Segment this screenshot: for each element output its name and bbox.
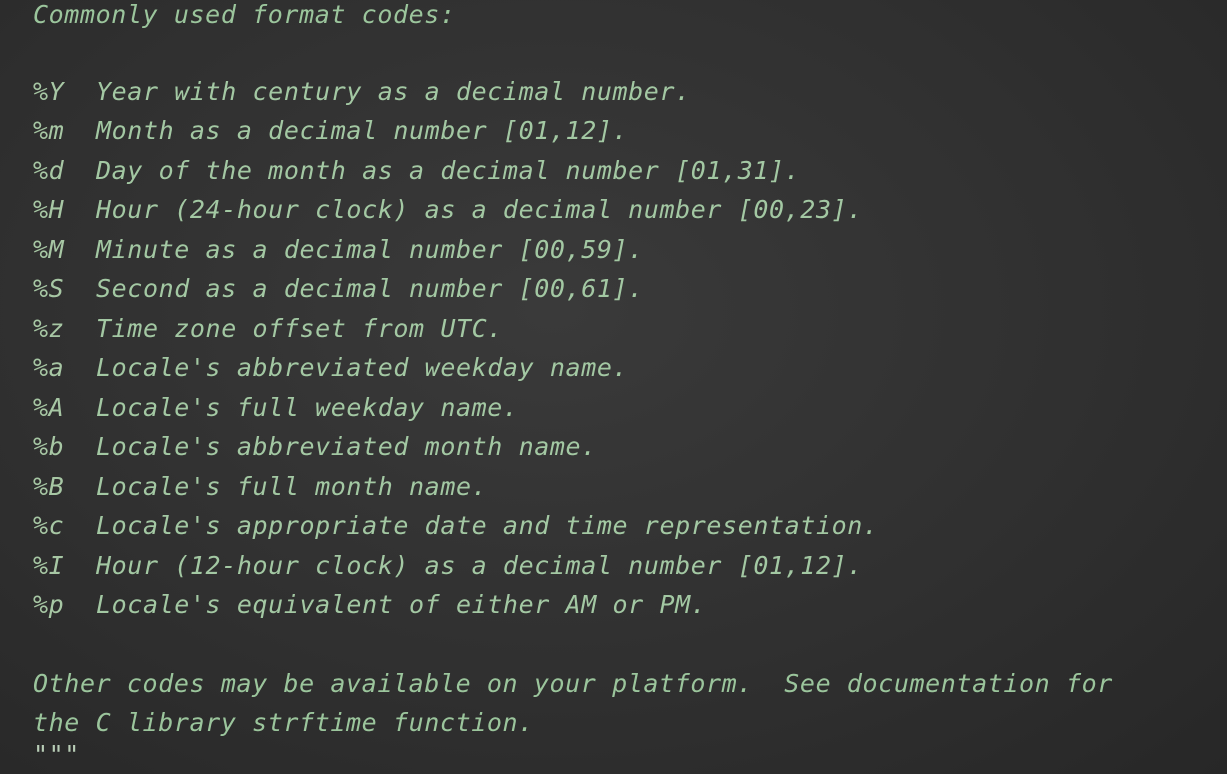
format-code-line: %M Minute as a decimal number [00,59].: [33, 235, 644, 265]
format-code-line: %a Locale's abbreviated weekday name.: [33, 353, 628, 383]
format-code-line: %z Time zone offset from UTC.: [33, 314, 503, 344]
format-code-description: Year with century as a decimal number.: [96, 77, 691, 106]
format-code-description: Locale's full weekday name.: [96, 393, 519, 422]
format-code: %m: [33, 116, 65, 145]
format-code-line: %m Month as a decimal number [01,12].: [33, 116, 628, 146]
format-code: %c: [33, 511, 65, 540]
format-code: %B: [33, 472, 65, 501]
format-code: %M: [33, 235, 65, 264]
format-code-line: %c Locale's appropriate date and time rep…: [33, 511, 879, 541]
format-code-line: %b Locale's abbreviated month name.: [33, 432, 597, 462]
format-code-description: Day of the month as a decimal number [01…: [96, 156, 801, 185]
format-code-description: Locale's appropriate date and time repre…: [96, 511, 879, 540]
format-code-line: %S Second as a decimal number [00,61].: [33, 274, 644, 304]
format-code: %d: [33, 156, 65, 185]
format-code-description: Month as a decimal number [01,12].: [96, 116, 629, 145]
doc-footer-line-1: Other codes may be available on your pla…: [33, 669, 1113, 698]
format-code-line: %Y Year with century as a decimal number.: [33, 77, 691, 107]
docstring-close-quotes: """: [33, 740, 80, 769]
format-code: %S: [33, 274, 65, 303]
format-code: %z: [33, 314, 65, 343]
format-code-description: Second as a decimal number [00,61].: [96, 274, 644, 303]
format-code: %p: [33, 590, 65, 619]
format-code-line: %B Locale's full month name.: [33, 472, 487, 502]
format-code-description: Locale's abbreviated weekday name.: [96, 353, 629, 382]
format-code: %a: [33, 353, 65, 382]
format-code-line: %A Locale's full weekday name.: [33, 393, 519, 423]
format-code-description: Time zone offset from UTC.: [96, 314, 503, 343]
format-code-line: %H Hour (24-hour clock) as a decimal numb…: [33, 195, 863, 225]
format-code-description: Locale's full month name.: [96, 472, 488, 501]
format-code: %I: [33, 551, 65, 580]
format-code: %A: [33, 393, 65, 422]
format-code: %H: [33, 195, 65, 224]
doc-heading: Commonly used format codes:: [33, 0, 456, 29]
format-code-description: Hour (12-hour clock) as a decimal number…: [96, 551, 863, 580]
code-editor[interactable]: Commonly used format codes: %Y Year with …: [0, 0, 1227, 774]
format-code: %Y: [33, 77, 65, 106]
format-code-description: Locale's equivalent of either AM or PM.: [96, 590, 707, 619]
format-code-line: %d Day of the month as a decimal number […: [33, 156, 800, 186]
doc-footer-line-2: the C library strftime function.: [33, 708, 534, 737]
format-code-line: %p Locale's equivalent of either AM or PM…: [33, 590, 706, 620]
format-code: %b: [33, 432, 65, 461]
format-code-description: Hour (24-hour clock) as a decimal number…: [96, 195, 863, 224]
format-code-description: Minute as a decimal number [00,59].: [96, 235, 644, 264]
format-code-description: Locale's abbreviated month name.: [96, 432, 597, 461]
format-code-line: %I Hour (12-hour clock) as a decimal numb…: [33, 551, 863, 581]
